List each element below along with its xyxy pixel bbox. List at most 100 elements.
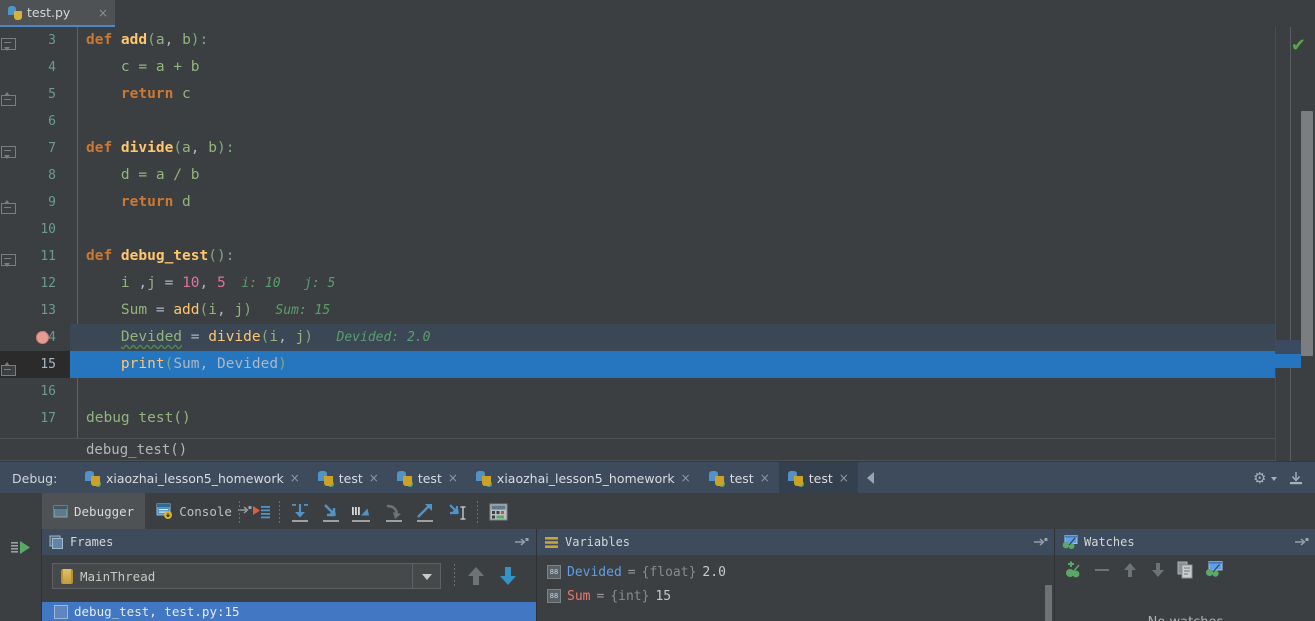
- chevron-down-icon[interactable]: [412, 564, 440, 588]
- frames-panel: Frames MainThread debug_test, test.py:15: [42, 529, 536, 621]
- close-icon[interactable]: ×: [760, 471, 770, 485]
- code-line-6[interactable]: 6: [0, 108, 1315, 135]
- fold-marker-end-divide[interactable]: [1, 200, 16, 214]
- breakpoint-marker[interactable]: [36, 331, 49, 344]
- pin-watches-icon[interactable]: [1295, 537, 1309, 547]
- step-out-icon[interactable]: [383, 502, 405, 524]
- code-line-14[interactable]: 14 Devided = divide(i, j) Devided: 2.0: [0, 324, 1315, 351]
- close-icon[interactable]: ×: [448, 471, 458, 485]
- line-number: 17: [40, 411, 56, 426]
- step-into-my-code-icon[interactable]: [445, 502, 467, 524]
- watch-icon: [1062, 535, 1078, 549]
- resume-icon[interactable]: [8, 535, 34, 561]
- code-line-10[interactable]: 10: [0, 216, 1315, 243]
- run-tab-label: test: [417, 470, 442, 486]
- code-text: i ,j = 10, 5 i: 10 j: 5: [86, 275, 336, 291]
- code-text: Sum = add(i, j) Sum: 15: [86, 302, 331, 318]
- marker-breakpoint-line[interactable]: [1275, 340, 1301, 354]
- close-icon[interactable]: ×: [290, 471, 300, 485]
- frame-icon: [54, 604, 68, 619]
- code-text: return c: [120, 86, 191, 102]
- code-line-5[interactable]: 5 return c: [0, 81, 1315, 108]
- close-icon[interactable]: ×: [839, 471, 849, 485]
- variable-name: Devided: [567, 564, 622, 580]
- code-line-4[interactable]: 4 c = a + b: [0, 54, 1315, 81]
- code-line-16[interactable]: 16: [0, 378, 1315, 405]
- left-triangle-icon[interactable]: [866, 472, 874, 484]
- code-line-12[interactable]: 12 i ,j = 10, 5 i: 10 j: 5: [0, 270, 1315, 297]
- run-tab-1[interactable]: test ×: [309, 462, 388, 494]
- frames-panel-header: Frames: [42, 529, 536, 555]
- fold-marker-open-add[interactable]: [1, 38, 16, 51]
- code-line-9[interactable]: 9 return d: [0, 189, 1315, 216]
- debugger-console-tabs: Debugger Console: [42, 493, 265, 529]
- arrow-down-icon[interactable]: [498, 565, 518, 587]
- hide-panel-icon[interactable]: [1287, 471, 1305, 486]
- watch-icon[interactable]: [1205, 561, 1223, 579]
- python-run-icon: [85, 470, 101, 487]
- close-icon[interactable]: ×: [369, 471, 379, 485]
- remove-watch-icon[interactable]: [1093, 561, 1111, 579]
- variable-row-sum[interactable]: 88 Sum = {int} 15: [547, 585, 671, 607]
- watches-panel-body[interactable]: No watches: [1055, 555, 1315, 621]
- code-line-13[interactable]: 13 Sum = add(i, j) Sum: 15: [0, 297, 1315, 324]
- force-step-into-icon[interactable]: [351, 502, 373, 524]
- line-number: 10: [40, 222, 56, 237]
- code-line-17[interactable]: 17 debug test(): [0, 405, 1315, 432]
- pin-frames-icon[interactable]: [515, 537, 529, 547]
- variables-panel: Variables 88 Devided = {float} 2.0 88 Su…: [536, 529, 1055, 621]
- tab-console[interactable]: Console: [145, 493, 265, 529]
- inspection-ok-icon[interactable]: ✔: [1291, 35, 1306, 56]
- move-up-icon[interactable]: [1121, 561, 1139, 579]
- toolbar-separator-2: [279, 501, 280, 523]
- fold-marker-open-divide[interactable]: [1, 146, 16, 159]
- pin-variables-icon[interactable]: [1034, 537, 1048, 547]
- toolbar-separator-1: [239, 501, 240, 523]
- code-text: c = a + b: [86, 59, 200, 75]
- fold-marker-end-debug-test[interactable]: [1, 362, 16, 376]
- code-line-15[interactable]: 15 print(Sum, Devided): [0, 351, 1315, 378]
- thread-selector[interactable]: MainThread: [52, 563, 441, 589]
- code-line-3[interactable]: 3 def add(a, b):: [0, 27, 1315, 54]
- run-to-cursor-icon[interactable]: [414, 502, 436, 524]
- run-tab-2[interactable]: test ×: [388, 462, 467, 494]
- evaluate-expression-icon[interactable]: [488, 502, 510, 524]
- run-tab-label: test: [808, 470, 833, 486]
- editor-scrollbar-thumb[interactable]: [1301, 111, 1313, 356]
- code-line-7[interactable]: 7 def divide(a, b):: [0, 135, 1315, 162]
- variables-scrollbar-thumb[interactable]: [1045, 585, 1052, 621]
- code-line-8[interactable]: 8 d = a / b: [0, 162, 1315, 189]
- variables-panel-body[interactable]: 88 Devided = {float} 2.0 88 Sum = {int} …: [537, 555, 1055, 621]
- run-tab-3[interactable]: xiaozhai_lesson5_homework ×: [467, 462, 700, 494]
- thread-spool-icon: [61, 568, 73, 584]
- run-tab-5[interactable]: test ×: [778, 462, 858, 494]
- code-editor[interactable]: 3 def add(a, b): 4 c = a + b5 return c 6 7 de…: [0, 27, 1315, 461]
- run-tab-label: test: [729, 470, 754, 486]
- watches-title: Watches: [1084, 535, 1135, 549]
- move-down-icon[interactable]: [1149, 561, 1167, 579]
- arrow-up-icon[interactable]: [466, 565, 486, 587]
- toolbar-separator-3: [477, 501, 478, 523]
- close-icon[interactable]: ×: [98, 6, 108, 20]
- add-watch-icon[interactable]: [1065, 561, 1083, 579]
- copy-icon[interactable]: [1177, 561, 1195, 579]
- step-over-icon[interactable]: [289, 502, 311, 524]
- gear-icon[interactable]: ⚙: [1253, 470, 1269, 486]
- frame-list-item[interactable]: debug_test, test.py:15: [42, 602, 536, 621]
- editor-tab-test-py[interactable]: test.py ×: [0, 0, 115, 27]
- fold-marker-open-debug-test[interactable]: [1, 254, 16, 267]
- step-into-icon[interactable]: [320, 502, 342, 524]
- tab-debugger[interactable]: Debugger: [42, 493, 146, 529]
- chevron-down-icon[interactable]: [1271, 477, 1277, 481]
- code-text: return d: [120, 194, 191, 210]
- run-tab-0[interactable]: xiaozhai_lesson5_homework ×: [76, 462, 309, 494]
- editor-marker-column[interactable]: ✔: [1275, 27, 1315, 461]
- marker-execution-line[interactable]: [1275, 354, 1301, 368]
- close-icon[interactable]: ×: [681, 471, 691, 485]
- show-execution-point-icon[interactable]: [250, 502, 272, 524]
- debugger-icon: [53, 505, 68, 517]
- variable-row-devided[interactable]: 88 Devided = {float} 2.0: [547, 561, 726, 583]
- fold-marker-end-add[interactable]: [1, 92, 16, 106]
- code-line-11[interactable]: 11 def debug_test():: [0, 243, 1315, 270]
- run-tab-4[interactable]: test ×: [700, 462, 779, 494]
